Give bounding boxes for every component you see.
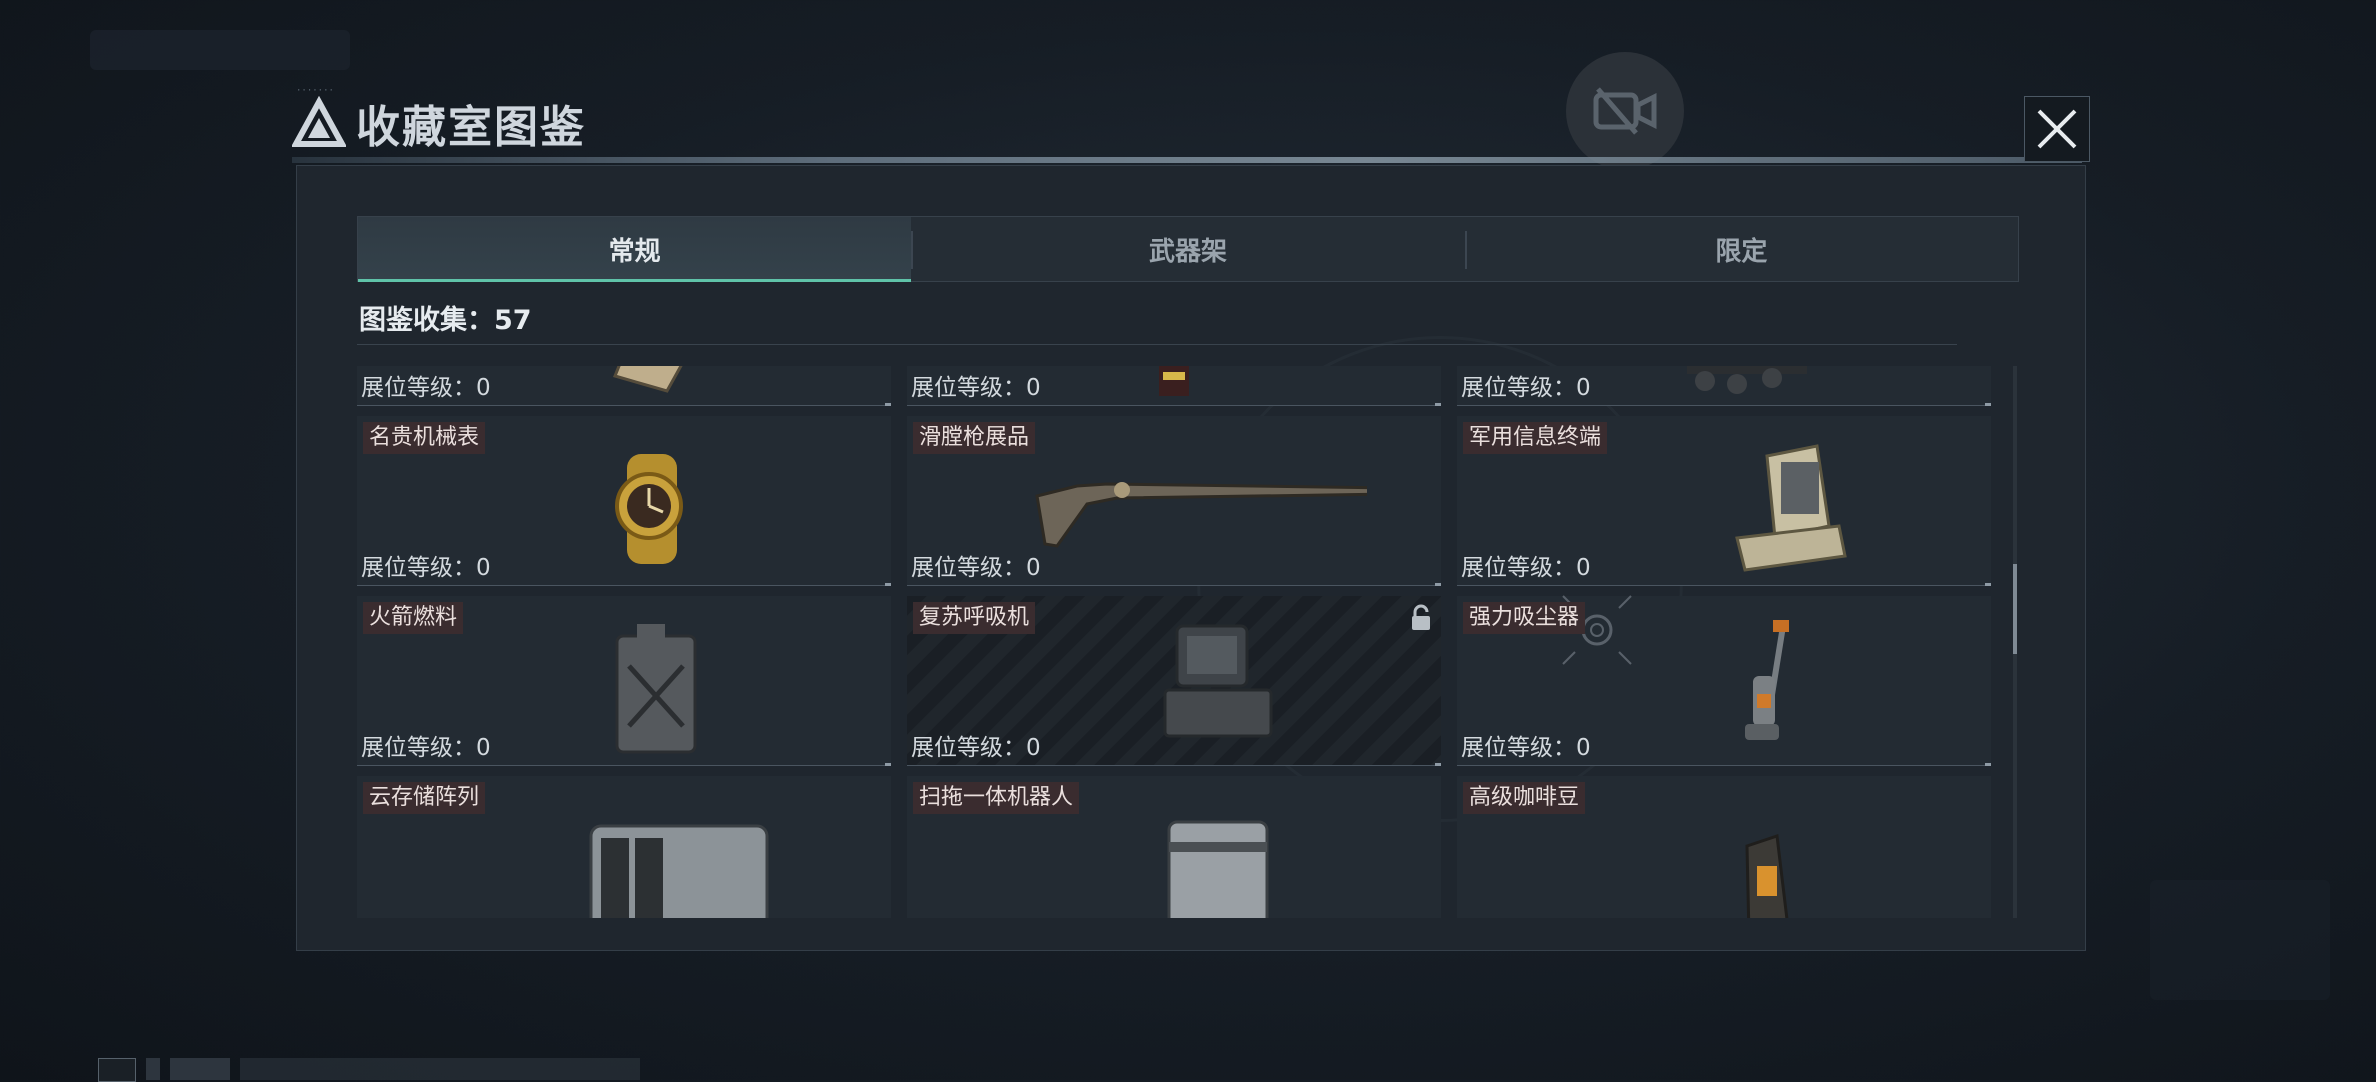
camera-off-icon: [1593, 87, 1657, 135]
tab-limited[interactable]: 限定: [1464, 217, 2018, 281]
item-name: 军用信息终端: [1463, 422, 1608, 454]
item-name: 强力吸尘器: [1463, 602, 1586, 634]
ventilator-icon: [1163, 624, 1273, 738]
tab-weapon-rack[interactable]: 武器架: [911, 217, 1464, 281]
watch-icon: [615, 454, 683, 564]
collection-count: 图鉴收集：57: [359, 305, 532, 336]
item-level: 展位等级：0: [361, 555, 491, 581]
frame-art-icon: [612, 366, 683, 393]
item-card[interactable]: 高级咖啡豆: [1457, 776, 1991, 918]
item-name: 名贵机械表: [363, 422, 486, 454]
item-card-locked[interactable]: 复苏呼吸机 展位等级：0: [907, 596, 1441, 766]
item-card[interactable]: 云存储阵列: [357, 776, 891, 918]
item-name: 复苏呼吸机: [913, 602, 1036, 634]
item-name: 扫拖一体机器人: [913, 782, 1080, 814]
item-level: 展位等级：0: [911, 375, 1041, 401]
status-block: [146, 1058, 160, 1080]
item-card[interactable]: 展位等级：0: [1457, 366, 1991, 406]
terminal-case-icon: [1735, 444, 1847, 572]
item-level: 展位等级：0: [1461, 555, 1591, 581]
item-name: 火箭燃料: [363, 602, 464, 634]
item-card[interactable]: 展位等级：0: [907, 366, 1441, 406]
camera-off-button[interactable]: [1566, 52, 1684, 170]
close-button[interactable]: [2024, 96, 2090, 162]
item-name: 高级咖啡豆: [1463, 782, 1586, 814]
tab-regular[interactable]: 常规: [358, 217, 912, 282]
fuel-can-icon: [615, 624, 697, 754]
item-level: 展位等级：0: [361, 375, 491, 401]
status-block: [240, 1058, 640, 1080]
cart-icon: [1687, 366, 1807, 394]
close-icon: [2037, 109, 2077, 149]
background-block: [2150, 880, 2330, 1000]
coffee-bag-icon: [1745, 833, 1789, 918]
status-icon: [98, 1058, 136, 1082]
explosive-icon: [1159, 366, 1189, 396]
item-card[interactable]: 扫拖一体机器人: [907, 776, 1441, 918]
item-card[interactable]: 滑膛枪展品 展位等级：0: [907, 416, 1441, 586]
collection-panel: 常规 武器架 限定 图鉴收集：57 展位等级：0 展位等级：0 展位等级：0 名…: [296, 165, 2086, 951]
item-card[interactable]: 展位等级：0: [357, 366, 891, 406]
page-title: 收藏室图鉴: [356, 102, 586, 153]
bottom-status-bar: [98, 1058, 640, 1082]
item-level: 展位等级：0: [911, 555, 1041, 581]
delta-logo-icon: [292, 96, 346, 147]
background-block: [90, 30, 350, 70]
page-header: 收藏室图鉴: [292, 92, 586, 154]
item-level: 展位等级：0: [911, 735, 1041, 761]
item-card[interactable]: 强力吸尘器 展位等级：0: [1457, 595, 1991, 766]
item-level: 展位等级：0: [361, 735, 491, 761]
item-level: 展位等级：0: [1461, 735, 1591, 761]
item-level: 展位等级：0: [1461, 375, 1591, 401]
scrollbar-thumb[interactable]: [2013, 564, 2017, 654]
item-name: 云存储阵列: [363, 782, 486, 814]
collection-divider: [357, 344, 1957, 345]
header-divider: [292, 157, 2082, 163]
lock-icon: [1412, 604, 1430, 630]
status-block: [170, 1058, 230, 1080]
item-card[interactable]: 名贵机械表 展位等级：0: [357, 416, 891, 586]
item-card[interactable]: 火箭燃料 展位等级：0: [357, 596, 891, 766]
item-grid[interactable]: 展位等级：0 展位等级：0 展位等级：0 名贵机械表 展位等级：0 滑膛枪展品 …: [357, 366, 1997, 918]
item-name: 滑膛枪展品: [913, 422, 1036, 454]
item-card[interactable]: 军用信息终端 展位等级：0: [1457, 416, 1991, 586]
vacuum-icon: [1745, 620, 1789, 740]
tab-bar: 常规 武器架 限定: [357, 216, 2019, 282]
storage-array-icon: [589, 824, 769, 918]
